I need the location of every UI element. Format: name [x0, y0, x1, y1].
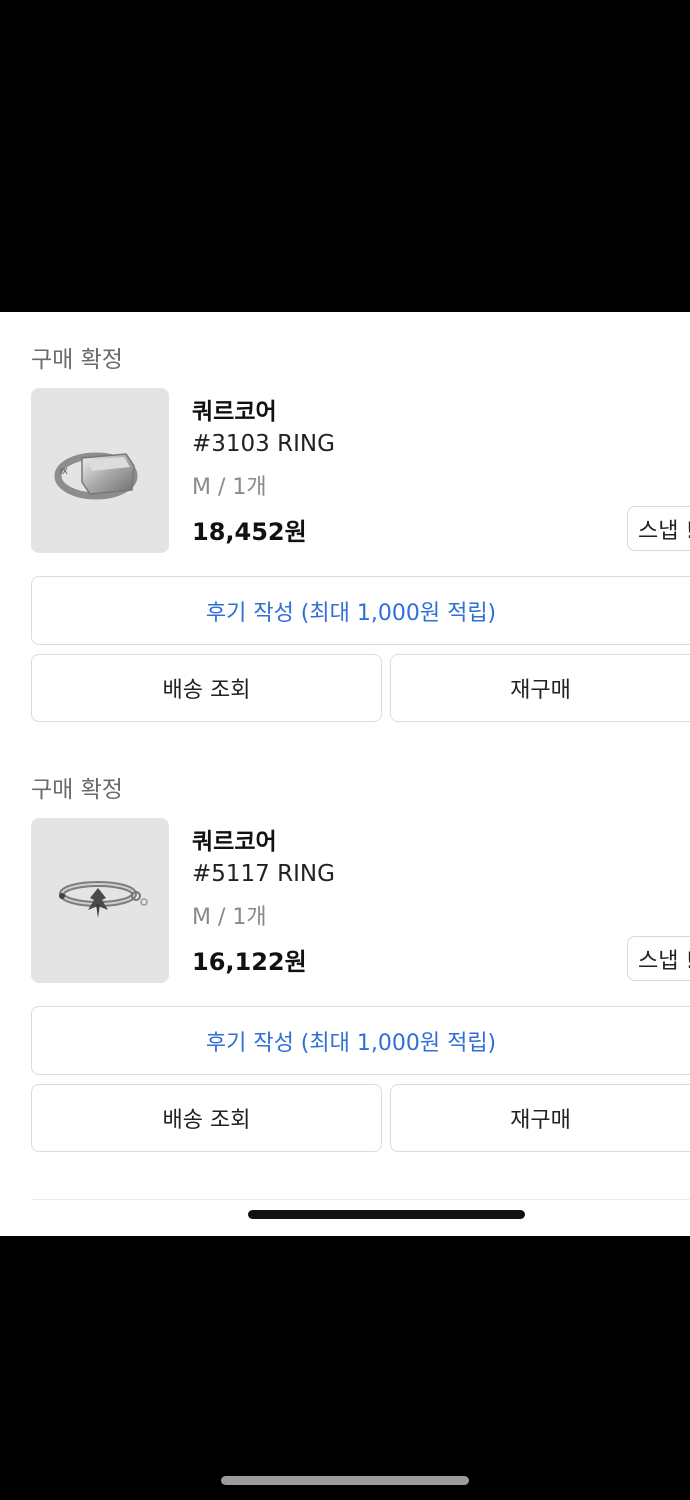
product-name[interactable]: #5117 RING	[192, 861, 335, 887]
snap-button[interactable]: 스냅 !	[627, 506, 690, 551]
cross-ring-icon	[59, 880, 148, 918]
write-review-button[interactable]: 후기 작성 (최대 1,000원 적립)	[31, 576, 690, 645]
signet-ring-icon: IX	[54, 452, 138, 499]
rebuy-button[interactable]: 재구매	[390, 654, 690, 722]
product-price: 16,122원	[192, 948, 307, 976]
divider	[31, 1199, 690, 1200]
home-indicator	[248, 1210, 525, 1219]
product-thumbnail[interactable]: IX	[31, 388, 169, 553]
snap-button[interactable]: 스냅 !	[627, 936, 690, 981]
brand-name[interactable]: 쿼르코어	[192, 822, 277, 856]
product-option: M / 1개	[192, 905, 267, 930]
product-thumbnail[interactable]	[31, 818, 169, 983]
product-price: 18,452원	[192, 518, 307, 546]
home-indicator[interactable]	[221, 1476, 469, 1485]
order-list-screen: 구매 확정 IX 쿼르코어 #3103 RING M / 1개 18,452원 …	[0, 312, 690, 1236]
product-name[interactable]: #3103 RING	[192, 431, 335, 457]
rebuy-button[interactable]: 재구매	[390, 1084, 690, 1152]
order-status: 구매 확정	[31, 347, 123, 373]
brand-name[interactable]: 쿼르코어	[192, 392, 277, 426]
track-shipping-button[interactable]: 배송 조회	[31, 1084, 382, 1152]
write-review-button[interactable]: 후기 작성 (최대 1,000원 적립)	[31, 1006, 690, 1075]
svg-text:IX: IX	[60, 467, 68, 476]
product-option: M / 1개	[192, 475, 267, 500]
track-shipping-button[interactable]: 배송 조회	[31, 654, 382, 722]
order-status: 구매 확정	[31, 777, 123, 803]
